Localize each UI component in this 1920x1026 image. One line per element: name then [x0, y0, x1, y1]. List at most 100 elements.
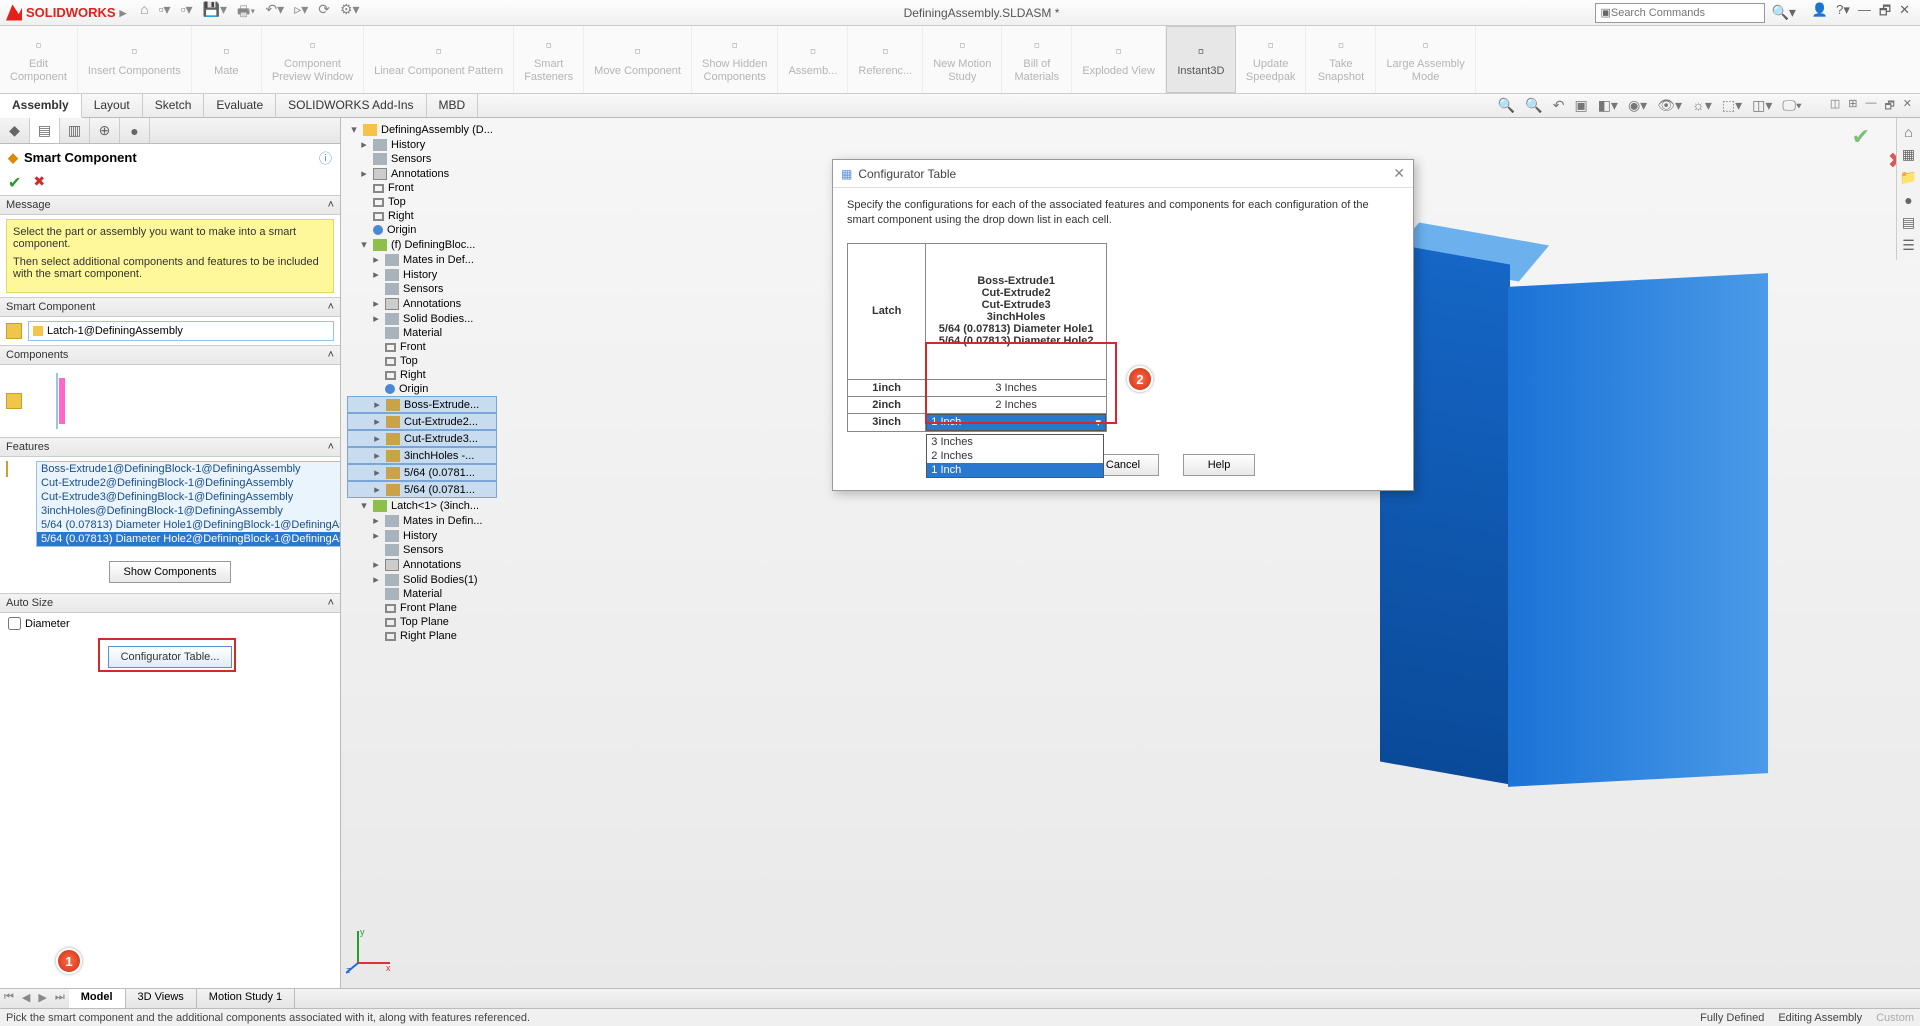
dialog-close-icon[interactable]: ✕ [1393, 165, 1405, 182]
user-icon[interactable]: 👤 [1812, 2, 1828, 24]
dd-opt-2in[interactable]: 2 Inches [927, 449, 1103, 463]
tree-node[interactable]: Front Plane [347, 601, 497, 615]
help-icon[interactable]: ?▾ [1836, 2, 1850, 24]
ribbon-bill-of-materials[interactable]: ▫Bill ofMaterials [1002, 26, 1072, 93]
cell-3inch-dropdown[interactable]: 1 Inch▾ 3 Inches 2 Inches 1 Inch [926, 413, 1107, 431]
tree-node[interactable]: ▸Cut-Extrude3... [347, 430, 497, 447]
viewport-max-icon[interactable]: 🗗 [1884, 97, 1894, 114]
tree-node[interactable]: ▸History [347, 267, 497, 282]
tab-nav-last[interactable]: ⏭ [51, 989, 69, 1008]
tree-node[interactable]: Material [347, 326, 497, 340]
section-icon[interactable]: ▣ [1574, 97, 1587, 114]
ribbon-update-speedpak[interactable]: ▫UpdateSpeedpak [1236, 26, 1307, 93]
hide-show-icon[interactable]: 👁▾ [1657, 97, 1682, 114]
ribbon-smart-fasteners[interactable]: ▫SmartFasteners [514, 26, 584, 93]
dropdown-list[interactable]: 3 Inches 2 Inches 1 Inch [926, 434, 1104, 478]
ribbon-exploded-view[interactable]: ▫Exploded View [1072, 26, 1166, 93]
rebuild-icon[interactable]: ⟳ [318, 1, 330, 25]
viewport-close-icon[interactable]: ✕ [1903, 97, 1912, 114]
viewport-tile-icon[interactable]: ⊞ [1848, 97, 1857, 114]
ribbon-show-hidden-components[interactable]: ▫Show HiddenComponents [692, 26, 778, 93]
ribbon-new-motion-study[interactable]: ▫New MotionStudy [923, 26, 1002, 93]
zoom-area-icon[interactable]: 🔍 [1525, 97, 1542, 114]
ribbon-referenc-[interactable]: ▫Referenc... [848, 26, 923, 93]
disp-icon[interactable]: 🖵▾ [1782, 97, 1801, 114]
feature-item[interactable]: 3inchHoles@DefiningBlock-1@DefiningAssem… [37, 504, 341, 518]
tree-node[interactable]: Top Plane [347, 615, 497, 629]
fm-tab-dim[interactable]: ⊕ [90, 118, 120, 143]
view-cube-icon[interactable]: ◫▾ [1752, 97, 1772, 114]
section-smart-component[interactable]: Smart Component˄ [0, 297, 340, 317]
tree-node[interactable]: Sensors [347, 282, 497, 296]
flyout-feature-tree[interactable]: ▾DefiningAssembly (D...▸HistorySensors▸A… [347, 118, 497, 988]
viewport-min-icon[interactable]: ◫ [1830, 97, 1840, 114]
tree-node[interactable]: ▸Mates in Defin... [347, 513, 497, 528]
tree-node[interactable]: ▸5/64 (0.0781... [347, 464, 497, 481]
tree-node[interactable]: ▸Mates in Def... [347, 252, 497, 267]
tree-node[interactable]: Sensors [347, 152, 497, 166]
zoom-fit-icon[interactable]: 🔍 [1498, 97, 1515, 114]
scene-icon[interactable]: ⬚▾ [1722, 97, 1742, 114]
select-icon[interactable]: ▹▾ [294, 1, 308, 25]
ribbon-assemb-[interactable]: ▫Assemb... [778, 26, 848, 93]
tree-node[interactable]: ▸Solid Bodies(1) [347, 572, 497, 587]
ribbon-insert-components[interactable]: ▫Insert Components [78, 26, 192, 93]
tree-node[interactable]: Front [347, 181, 497, 195]
tree-node[interactable]: Origin [347, 223, 497, 237]
section-features[interactable]: Features˄ [0, 437, 340, 457]
print-icon[interactable]: 🖶▾ [237, 1, 255, 25]
fm-tab-pm[interactable]: ▤ [30, 118, 60, 143]
ribbon-move-component[interactable]: ▫Move Component [584, 26, 692, 93]
section-components[interactable]: Components˄ [0, 345, 340, 365]
tree-node[interactable]: Top [347, 354, 497, 368]
fm-tab-tree[interactable]: ◆ [0, 118, 30, 143]
home-icon[interactable]: ⌂ [140, 1, 148, 25]
appearances-icon[interactable]: ● [1899, 192, 1918, 208]
resources-icon[interactable]: ▦ [1899, 146, 1918, 163]
ribbon-large-assembly-mode[interactable]: ▫Large AssemblyMode [1376, 26, 1475, 93]
tab-nav-next[interactable]: ▶ [34, 989, 50, 1008]
feature-item[interactable]: 5/64 (0.07813) Diameter Hole1@DefiningBl… [37, 518, 341, 532]
tree-node[interactable]: ▸Annotations [347, 166, 497, 181]
new-icon[interactable]: ▫▾ [159, 1, 171, 25]
ribbon-take-snapshot[interactable]: ▫TakeSnapshot [1306, 26, 1376, 93]
tree-node[interactable]: ▸Boss-Extrude... [347, 396, 497, 413]
search-input[interactable] [1611, 7, 1761, 19]
ribbon-linear-component-pattern[interactable]: ▫Linear Component Pattern [364, 26, 514, 93]
feature-item[interactable]: 5/64 (0.07813) Diameter Hole2@DefiningBl… [37, 532, 341, 546]
tree-node[interactable]: ▸History [347, 528, 497, 543]
doc-tab-motion-study-1[interactable]: Motion Study 1 [197, 989, 295, 1008]
tree-node[interactable]: ▸3inchHoles -... [347, 447, 497, 464]
section-message[interactable]: Message˄ [0, 195, 340, 215]
tab-layout[interactable]: Layout [82, 94, 143, 117]
tab-assembly[interactable]: Assembly [0, 94, 82, 118]
tree-node[interactable]: Right [347, 209, 497, 223]
tree-node[interactable]: ▸Annotations [347, 296, 497, 311]
components-listbox[interactable] [56, 373, 58, 429]
minimize-icon[interactable]: ― [1858, 2, 1871, 24]
show-components-button[interactable]: Show Components [109, 561, 232, 583]
tab-solidworks-add-ins[interactable]: SOLIDWORKS Add-Ins [276, 94, 426, 117]
tab-nav-prev[interactable]: ◀ [18, 989, 34, 1008]
help-button[interactable]: Help [1183, 454, 1255, 476]
ok-icon[interactable]: ✔ [8, 173, 21, 193]
tree-node[interactable]: ▾(f) DefiningBloc... [347, 237, 497, 252]
fm-tab-config[interactable]: ▥ [60, 118, 90, 143]
feature-item[interactable]: Boss-Extrude1@DefiningBlock-1@DefiningAs… [37, 462, 341, 476]
tree-node[interactable]: Right Plane [347, 629, 497, 643]
home-tab-icon[interactable]: ⌂ [1899, 124, 1918, 140]
ribbon-instant-d[interactable]: ▫Instant3D [1166, 26, 1236, 93]
ribbon-edit-component[interactable]: ▫EditComponent [0, 26, 78, 93]
configurator-table-button[interactable]: Configurator Table... [108, 646, 233, 668]
smart-component-input[interactable]: Latch-1@DefiningAssembly [28, 321, 334, 341]
features-listbox[interactable]: Boss-Extrude1@DefiningBlock-1@DefiningAs… [36, 461, 341, 547]
tree-node[interactable]: ▸Annotations [347, 557, 497, 572]
search-icon[interactable]: 🔍▾ [1771, 4, 1801, 21]
ribbon-mate[interactable]: ▫Mate [192, 26, 262, 93]
tree-node[interactable]: ▾Latch<1> (3inch... [347, 498, 497, 513]
cell-2inch[interactable]: 2 Inches [926, 396, 1107, 413]
tree-node[interactable]: Front [347, 340, 497, 354]
accept-icon[interactable]: ✔ [1852, 124, 1870, 150]
pm-help-icon[interactable]: ⓘ [319, 148, 332, 167]
cell-1inch[interactable]: 3 Inches [926, 379, 1107, 396]
